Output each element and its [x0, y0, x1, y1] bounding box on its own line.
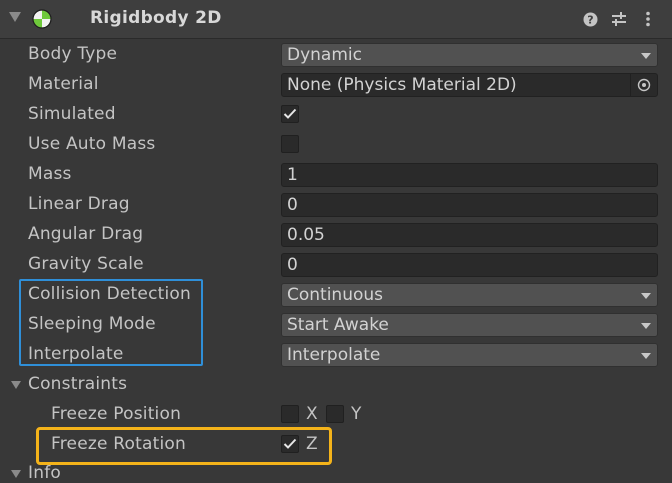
use-auto-mass-label: Use Auto Mass	[28, 134, 156, 154]
body-type-label: Body Type	[28, 44, 118, 64]
linear-drag-input[interactable]: 0	[281, 193, 658, 217]
sleeping-mode-dropdown[interactable]: Start Awake	[281, 313, 658, 337]
svg-text:?: ?	[587, 13, 593, 26]
rigidbody2d-icon	[32, 9, 52, 29]
interpolate-value: Interpolate	[287, 345, 381, 365]
mass-label: Mass	[28, 164, 72, 184]
linear-drag-value: 0	[287, 195, 298, 215]
gravity-scale-label: Gravity Scale	[28, 254, 144, 274]
freeze-position-y-checkbox[interactable]	[326, 405, 344, 423]
collision-detection-value: Continuous	[287, 285, 384, 305]
component-title: Rigidbody 2D	[90, 8, 222, 28]
angular-drag-input[interactable]: 0.05	[281, 223, 658, 247]
body-type-value: Dynamic	[287, 45, 362, 65]
info-label[interactable]: Info	[28, 463, 61, 483]
dropdown-arrow-icon	[641, 353, 651, 359]
foldout-arrow-icon[interactable]	[9, 12, 21, 22]
preset-icon[interactable]	[610, 8, 628, 30]
freeze-position-x-checkbox[interactable]	[281, 405, 299, 423]
constraints-foldout-arrow-icon[interactable]	[11, 381, 21, 389]
info-foldout-arrow-icon[interactable]	[11, 470, 21, 478]
material-label: Material	[28, 74, 99, 94]
collision-detection-dropdown[interactable]: Continuous	[281, 283, 658, 307]
freeze-position-label: Freeze Position	[51, 404, 182, 424]
use-auto-mass-checkbox[interactable]	[281, 135, 299, 153]
help-icon[interactable]: ?	[582, 8, 598, 30]
gravity-scale-input[interactable]: 0	[281, 253, 658, 277]
material-value: None (Physics Material 2D)	[287, 75, 517, 95]
highlight-box-blue	[19, 279, 203, 366]
dropdown-arrow-icon	[641, 293, 651, 299]
object-picker-icon[interactable]	[630, 74, 657, 96]
mass-input[interactable]: 1	[281, 163, 658, 187]
dropdown-arrow-icon	[641, 53, 651, 59]
component-header[interactable]: Rigidbody 2D ?	[0, 0, 672, 39]
constraints-label[interactable]: Constraints	[28, 374, 127, 394]
dropdown-arrow-icon	[641, 323, 651, 329]
gravity-scale-value: 0	[287, 255, 298, 275]
angular-drag-value: 0.05	[287, 225, 325, 245]
freeze-position-y-label: Y	[351, 404, 362, 424]
sleeping-mode-value: Start Awake	[287, 315, 389, 335]
body-type-dropdown[interactable]: Dynamic	[281, 43, 658, 67]
highlight-box-yellow	[36, 427, 332, 465]
simulated-label: Simulated	[28, 104, 116, 124]
simulated-checkbox[interactable]	[281, 105, 299, 123]
mass-value: 1	[287, 165, 298, 185]
interpolate-dropdown[interactable]: Interpolate	[281, 343, 658, 367]
angular-drag-label: Angular Drag	[28, 224, 144, 244]
material-object-field[interactable]: None (Physics Material 2D)	[281, 73, 658, 97]
kebab-menu-icon[interactable]	[642, 8, 654, 30]
freeze-position-x-label: X	[306, 404, 318, 424]
linear-drag-label: Linear Drag	[28, 194, 130, 214]
